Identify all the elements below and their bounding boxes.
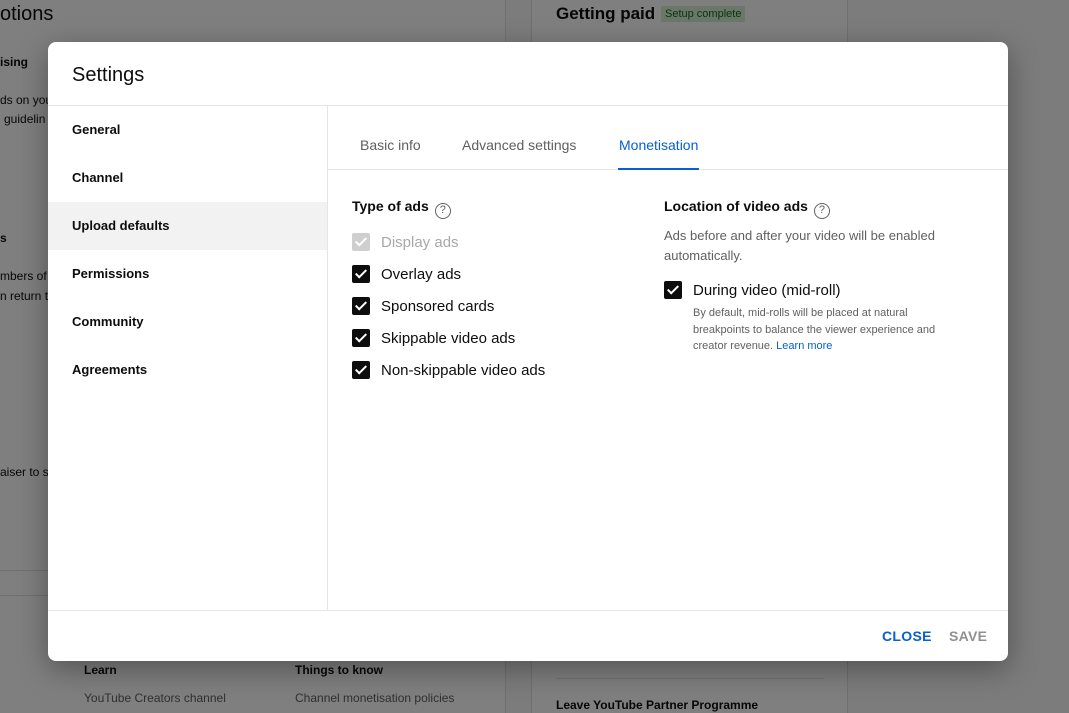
checkbox-checked-icon (352, 265, 370, 283)
checkbox-label: Sponsored cards (381, 297, 495, 315)
tab-advanced-settings[interactable]: Advanced settings (462, 106, 576, 170)
checkbox-label: Non-skippable video ads (381, 361, 546, 379)
display-ads-checkbox[interactable]: Display ads (352, 233, 459, 251)
checkbox-label: Skippable video ads (381, 329, 516, 347)
close-button[interactable]: CLOSE (882, 628, 932, 644)
sidebar-item-upload-defaults[interactable]: Upload defaults (48, 202, 327, 250)
sidebar-item-permissions[interactable]: Permissions (48, 250, 327, 298)
sidebar-item-community[interactable]: Community (48, 298, 327, 346)
skippable-video-ads-checkbox[interactable]: Skippable video ads (352, 329, 515, 347)
location-description: Ads before and after your video will be … (664, 228, 936, 263)
checkbox-checked-icon (664, 281, 682, 299)
type-of-ads-title: Type of ads (352, 198, 429, 214)
non-skippable-video-ads-checkbox[interactable]: Non-skippable video ads (352, 361, 545, 379)
checkbox-checked-icon (352, 297, 370, 315)
checkbox-checked-icon (352, 329, 370, 347)
type-of-ads-heading: Type of ads? (352, 198, 451, 219)
checkbox-label: Overlay ads (381, 265, 462, 283)
checkbox-checked-icon (352, 233, 370, 251)
settings-dialog: Settings General Channel Upload defaults… (48, 42, 1008, 661)
sponsored-cards-checkbox[interactable]: Sponsored cards (352, 297, 494, 315)
help-icon[interactable]: ? (434, 203, 451, 219)
checkbox-label: During video (mid-roll) (693, 281, 841, 299)
checkbox-label: Display ads (381, 233, 459, 251)
mid-roll-checkbox[interactable]: During video (mid-roll) (664, 281, 841, 299)
sidebar-item-channel[interactable]: Channel (48, 154, 327, 202)
settings-sidebar: General Channel Upload defaults Permissi… (48, 106, 328, 610)
tab-monetisation[interactable]: Monetisation (618, 106, 700, 170)
help-icon[interactable]: ? (813, 203, 830, 219)
sidebar-item-agreements[interactable]: Agreements (48, 346, 327, 394)
overlay-ads-checkbox[interactable]: Overlay ads (352, 265, 461, 283)
tab-bar: Basic info Advanced settings Monetisatio… (328, 106, 1008, 170)
save-button[interactable]: SAVE (949, 628, 987, 644)
dialog-title: Settings (72, 64, 145, 86)
location-title: Location of video ads (664, 198, 808, 214)
sidebar-item-general[interactable]: General (48, 106, 327, 154)
location-heading: Location of video ads? (664, 198, 830, 219)
tab-basic-info[interactable]: Basic info (360, 106, 421, 170)
mid-roll-description: By default, mid-rolls will be placed at … (693, 305, 953, 355)
checkbox-checked-icon (352, 361, 370, 379)
learn-more-link[interactable]: Learn more (776, 340, 832, 352)
